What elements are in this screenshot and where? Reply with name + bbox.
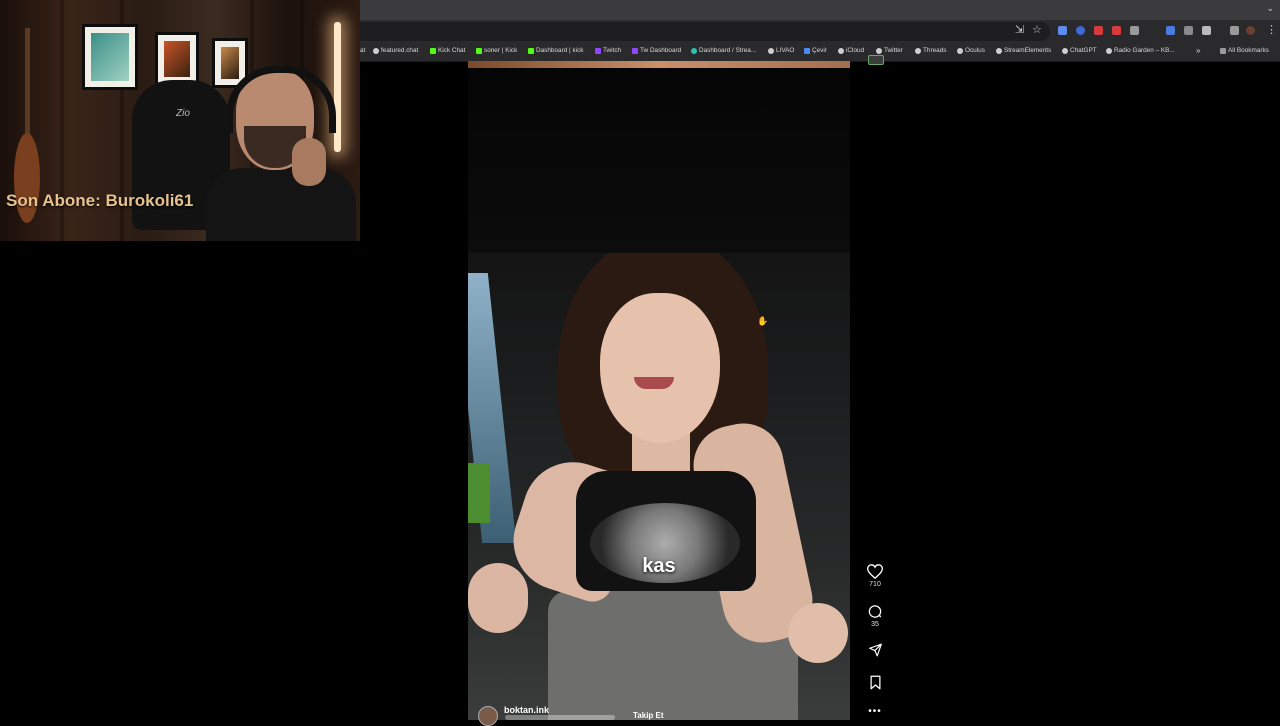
person-mouth: [634, 377, 674, 389]
bookmark-item[interactable]: at: [360, 47, 365, 54]
tab-search-chevron-icon[interactable]: ⌄: [1266, 3, 1274, 14]
reel-audio-info[interactable]: [505, 715, 615, 720]
extension-icon-7[interactable]: [1184, 26, 1193, 35]
bookmark-item[interactable]: Radio Garden – KB...: [1106, 47, 1175, 54]
address-bar[interactable]: [360, 22, 1050, 41]
mouse-cursor-icon: ✋: [757, 316, 769, 326]
save-button[interactable]: [866, 675, 884, 690]
bookmark-item[interactable]: Tw Dashboard: [632, 47, 681, 54]
last-subscriber-label: Son Abone: Burokoli61: [6, 191, 194, 210]
kick-icon: [430, 47, 436, 54]
translate-icon: [804, 47, 810, 54]
send-icon: [868, 643, 882, 657]
kebab-menu-icon[interactable]: ⋮: [1266, 23, 1277, 36]
comment-icon: [868, 605, 882, 618]
puzzle-extensions-icon[interactable]: [1202, 26, 1211, 35]
bookmark-icon: [870, 675, 880, 690]
apple-icon: [838, 47, 844, 54]
folder-icon: [1220, 47, 1226, 54]
bookmark-item[interactable]: ChatGPT: [1062, 47, 1097, 54]
globe-icon: [1062, 47, 1068, 54]
globe-icon: [1106, 47, 1112, 54]
person-face: [600, 293, 720, 443]
bookmark-item[interactable]: Dashboard / Strea...: [691, 47, 756, 54]
follow-button[interactable]: Takip Et: [633, 711, 664, 720]
globe-icon: [957, 47, 963, 54]
bookmark-item[interactable]: LIVAO: [768, 47, 794, 54]
bookmark-item[interactable]: Kick Chat: [430, 47, 465, 54]
like-count: 710: [869, 581, 881, 588]
globe-icon: [876, 47, 882, 54]
share-button[interactable]: [866, 643, 884, 657]
author-avatar[interactable]: [478, 706, 498, 726]
extension-icon-4[interactable]: [1112, 26, 1121, 35]
twitch-icon: [632, 47, 638, 54]
media-control-icon[interactable]: [1230, 26, 1239, 35]
background-light: [468, 463, 490, 523]
browser-toolbar: ⇲ ☆ ⋮: [360, 20, 1280, 43]
more-options-icon[interactable]: •••: [866, 706, 884, 717]
comment-count: 35: [871, 621, 879, 628]
extension-icon-5[interactable]: [1130, 26, 1139, 35]
reel-letterbox: [468, 68, 850, 253]
extension-icon-1[interactable]: [1058, 26, 1067, 35]
author-username[interactable]: boktan.ink: [504, 705, 549, 715]
all-bookmarks-button[interactable]: All Bookmarks: [1220, 47, 1269, 54]
bookmark-item[interactable]: featured.chat: [373, 47, 418, 54]
wall-picture-frame: [155, 32, 199, 86]
person-hand-right: [788, 603, 848, 663]
bookmark-item[interactable]: iCloud: [838, 47, 864, 54]
globe-icon: [768, 47, 774, 54]
bookmark-item[interactable]: Threads: [915, 47, 946, 54]
bookmark-item[interactable]: Dashboard | kick: [528, 47, 583, 54]
bookmark-item[interactable]: soner | Kick: [476, 47, 517, 54]
extension-icon-2[interactable]: [1076, 26, 1085, 35]
extension-icon-6[interactable]: [1166, 26, 1175, 35]
like-button[interactable]: 710: [866, 564, 884, 588]
kick-icon: [476, 47, 482, 54]
globe-icon: [373, 47, 379, 54]
bookmark-item[interactable]: Twitter: [876, 47, 903, 54]
streamer-hand: [292, 138, 326, 186]
install-app-icon[interactable]: ⇲: [1015, 23, 1024, 36]
bookmarks-overflow-button[interactable]: »: [1196, 46, 1200, 55]
reel-thumbnail-icon[interactable]: [868, 55, 884, 65]
previous-reel-edge: [468, 61, 850, 68]
bookmark-star-icon[interactable]: ☆: [1032, 23, 1042, 36]
globe-icon: [915, 47, 921, 54]
webcam-overlay: Zio Son Abone: Burokoli61: [0, 0, 360, 241]
chair-logo: Zio: [176, 108, 190, 119]
reel-caption: kas: [642, 555, 676, 577]
bookmarks-bar: at featured.chat Kick Chat soner | Kick …: [360, 43, 1280, 62]
kick-icon: [528, 47, 534, 54]
extension-icon-3[interactable]: [1094, 26, 1103, 35]
globe-icon: [996, 47, 1002, 54]
twitch-icon: [595, 47, 601, 54]
profile-avatar-icon[interactable]: [1246, 26, 1255, 35]
bookmark-item[interactable]: StreamElements: [996, 47, 1051, 54]
comment-button[interactable]: 35: [866, 604, 884, 628]
bookmark-item[interactable]: Çevir: [804, 47, 827, 54]
bookmark-item[interactable]: Oculus: [957, 47, 985, 54]
wall-picture-frame: [82, 24, 138, 90]
reel-video[interactable]: [468, 253, 850, 720]
heart-icon: [867, 564, 883, 579]
bookmark-item[interactable]: Twitch: [595, 47, 621, 54]
streamer-body: [206, 168, 356, 241]
streamlabs-icon: [691, 47, 697, 54]
browser-tab-strip: ⌄: [360, 0, 1280, 20]
